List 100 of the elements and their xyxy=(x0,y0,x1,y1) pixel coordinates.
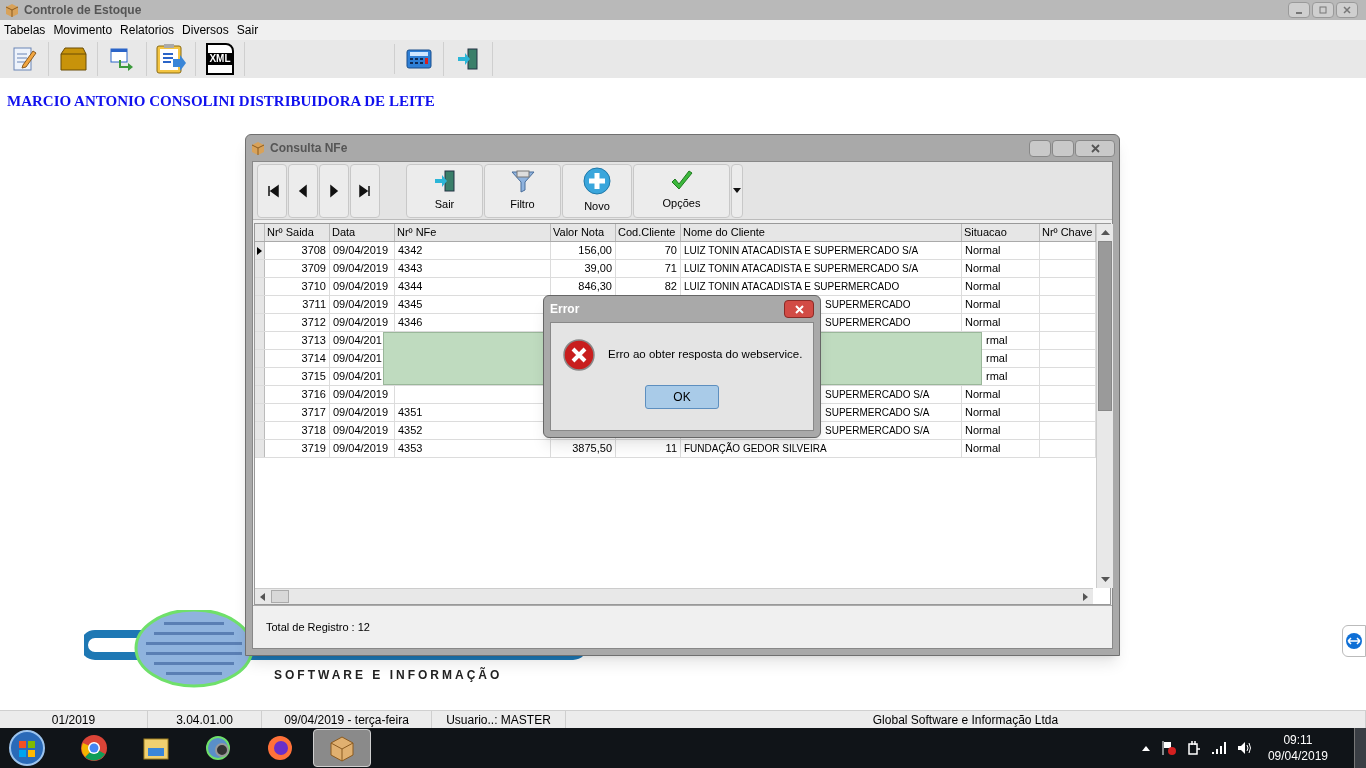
notepad-icon[interactable] xyxy=(11,45,37,73)
table-row[interactable]: 3708 09/04/2019 4342 156,00 70 LUIZ TONIN ATACADISTA E SUPERMERCADO S/A Normal xyxy=(255,242,1096,260)
column-header[interactable]: Cod.Cliente xyxy=(618,224,676,241)
toolbar-button[interactable]: Opções xyxy=(633,163,730,218)
first-icon xyxy=(265,183,279,198)
window-title: Controle de Estoque xyxy=(24,2,142,19)
ok-button[interactable]: OK xyxy=(645,385,719,409)
next-record-button[interactable] xyxy=(319,163,349,218)
table-cell-text: Normal xyxy=(965,423,1001,439)
browser-icon xyxy=(266,734,294,762)
last-record-button[interactable] xyxy=(350,163,380,218)
maximize-icon xyxy=(1319,6,1327,14)
tray-expand-icon[interactable] xyxy=(1141,745,1150,751)
dropdown-button[interactable] xyxy=(731,163,743,218)
row-header[interactable] xyxy=(255,242,265,259)
close-icon xyxy=(794,304,804,314)
table-cell-text: 4351 xyxy=(398,405,423,421)
table-cell-text: 846,30 xyxy=(578,279,612,295)
status-text: 01/2019 xyxy=(51,711,96,729)
clipboard-icon[interactable] xyxy=(155,43,187,75)
clock-date: 09/04/2019 xyxy=(1267,748,1328,764)
vertical-scrollbar[interactable] xyxy=(1096,224,1113,588)
column-header[interactable]: Valor Nota xyxy=(553,224,605,241)
previous-record-button[interactable] xyxy=(288,163,318,218)
last-icon xyxy=(358,183,372,198)
table-cell-text: 09/04/2019 xyxy=(333,297,389,313)
menu-item[interactable]: Tabelas xyxy=(4,21,46,39)
minimize-button[interactable] xyxy=(1288,2,1310,18)
table-row[interactable]: 3709 09/04/2019 4343 39,00 71 LUIZ TONIN ATACADISTA E SUPERMERCADO S/A Normal xyxy=(255,260,1096,278)
table-cell-text: Normal xyxy=(965,441,1001,457)
xml-file-icon[interactable]: XML xyxy=(206,43,234,75)
table-cell-text: LUIZ TONIN ATACADISTA E SUPERMERCADO S/A xyxy=(684,244,919,258)
scrollbar-thumb[interactable] xyxy=(271,590,289,603)
close-button[interactable] xyxy=(784,300,814,318)
menu-item[interactable]: Movimento xyxy=(53,21,113,39)
column-header[interactable]: Nrº Saida xyxy=(267,224,314,241)
table-cell-text: 09/04/2019 xyxy=(333,387,389,403)
scrollbar-thumb[interactable] xyxy=(1098,241,1112,411)
table-cell-text: 4353 xyxy=(398,441,423,457)
table-cell-text: 3875,50 xyxy=(572,441,612,457)
first-record-button[interactable] xyxy=(257,163,287,218)
remote-tab[interactable] xyxy=(1342,625,1366,657)
table-cell-text: 4346 xyxy=(398,315,423,331)
table-cell-text: 09/04/201 xyxy=(333,369,382,385)
table-cell-text: 4343 xyxy=(398,261,423,277)
status-text: 09/04/2019 - terça-feira xyxy=(284,711,409,729)
table-cell-text: 156,00 xyxy=(578,243,612,259)
column-header[interactable]: Data xyxy=(332,224,356,241)
table-cell-text: 09/04/2019 xyxy=(333,405,389,421)
menu-item[interactable]: Sair xyxy=(236,21,259,39)
exit-door-icon xyxy=(432,168,457,193)
window-arrow-icon[interactable] xyxy=(109,46,135,72)
column-header[interactable]: Nrº NFe xyxy=(397,224,437,241)
table-cell-text: Normal xyxy=(965,297,1001,313)
toolbar-button[interactable]: Filtro xyxy=(484,163,561,218)
speaker-icon[interactable] xyxy=(1237,742,1252,754)
package-icon xyxy=(250,140,266,156)
plus-icon xyxy=(583,166,611,195)
clock-time: 09:11 xyxy=(1283,732,1313,748)
table-cell-text: SUPERMERCADO S/A xyxy=(825,406,930,420)
close-icon xyxy=(1090,143,1100,153)
table-cell-text: 09/04/2019 xyxy=(333,279,389,295)
table-cell-text: 3717 xyxy=(301,405,326,421)
table-cell-text: 3719 xyxy=(301,441,326,457)
close-icon xyxy=(1343,6,1351,14)
table-cell-text: 09/04/2019 xyxy=(333,243,389,259)
toolbar-button[interactable]: Sair xyxy=(406,163,483,218)
horizontal-scrollbar[interactable] xyxy=(255,588,1093,604)
table-cell-text: rmal xyxy=(986,333,1008,349)
table-cell-text: Normal xyxy=(965,405,1001,421)
column-header[interactable]: Nome do Cliente xyxy=(683,224,765,241)
previous-icon xyxy=(296,183,310,198)
window-title: Consulta NFe xyxy=(270,140,348,157)
table-row[interactable]: 3719 09/04/2019 4353 3875,50 11 FUNDAÇÃO GEDOR SILVEIRA Normal xyxy=(255,440,1096,458)
power-plug-icon[interactable] xyxy=(1187,741,1200,755)
table-cell-text: 09/04/2019 xyxy=(333,261,389,277)
column-header[interactable]: Situacao xyxy=(964,224,1007,241)
table-cell-text: SUPERMERCADO xyxy=(825,316,911,330)
signal-icon[interactable] xyxy=(1211,742,1226,754)
flag-icon[interactable] xyxy=(1161,741,1176,755)
close-button[interactable] xyxy=(1075,139,1115,157)
package-icon xyxy=(328,734,356,762)
table-cell-text: 09/04/2019 xyxy=(333,423,389,439)
menu-item[interactable]: Diversos xyxy=(182,21,229,39)
exit-door-icon[interactable] xyxy=(456,47,480,71)
logo-tagline: SOFTWARE E INFORMAÇÃO xyxy=(274,666,503,684)
show-desktop-button[interactable] xyxy=(1354,728,1366,768)
column-header[interactable]: Nrº Chave xyxy=(1042,224,1093,241)
checkmark-icon xyxy=(669,169,694,192)
package-icon xyxy=(4,2,20,18)
start-button[interactable] xyxy=(7,728,47,768)
calculator-icon[interactable] xyxy=(406,49,432,69)
browser-icon xyxy=(80,734,108,762)
table-cell-text: 4352 xyxy=(398,423,423,439)
toolbar-button[interactable]: Novo xyxy=(562,163,632,218)
menu-item[interactable]: Relatorios xyxy=(120,21,175,39)
table-cell-text: 3713 xyxy=(301,333,326,349)
table-cell-text: 09/04/201 xyxy=(333,333,382,349)
table-cell-text: rmal xyxy=(986,369,1008,385)
box-icon[interactable] xyxy=(59,46,87,72)
